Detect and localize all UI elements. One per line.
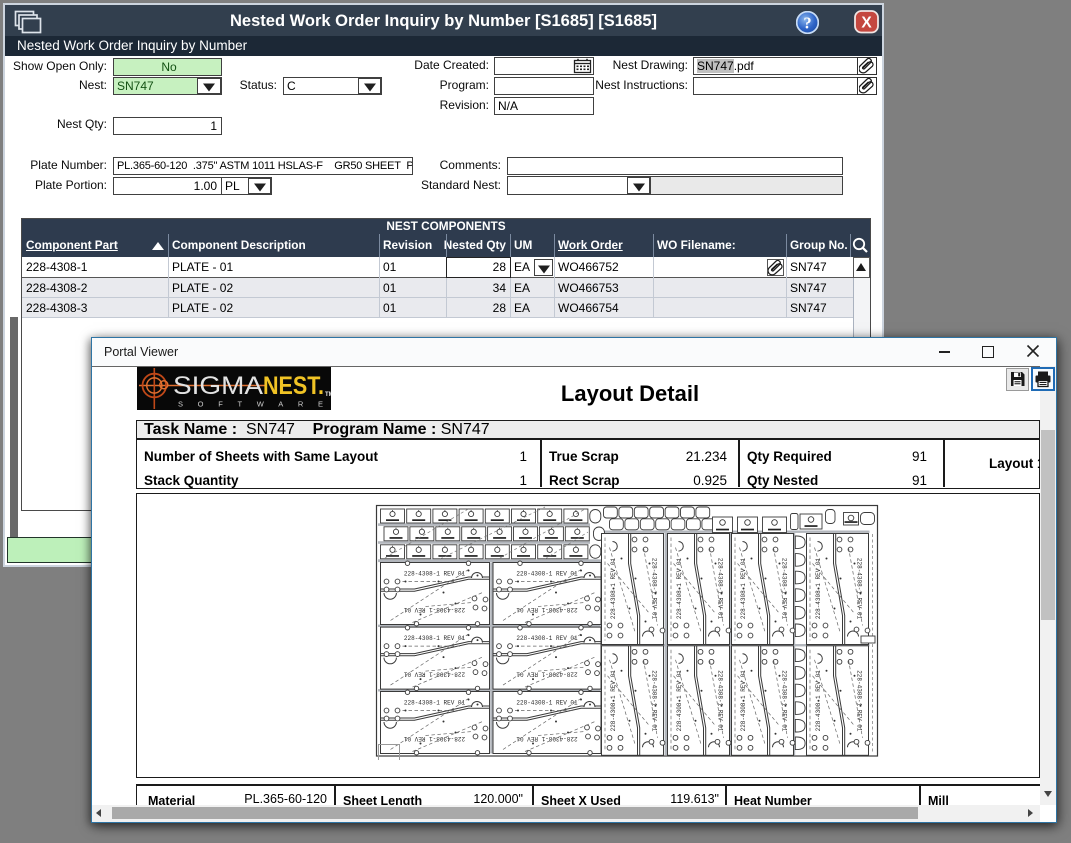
svg-text:?: ? — [803, 14, 811, 33]
svg-text:228-4308-1 REV 01: 228-4308-1 REV 01 — [516, 606, 578, 613]
svg-text:TM: TM — [325, 392, 331, 398]
svg-text:228-4308-1 REV 01: 228-4308-1 REV 01 — [404, 635, 466, 642]
svg-text:228-4308-1 REV 01: 228-4308-1 REV 01 — [404, 700, 466, 707]
svg-text:SOFTWARE: SOFTWARE — [178, 400, 323, 409]
svg-text:228-4308-1 REV 01: 228-4308-1 REV 01 — [717, 558, 724, 620]
svg-text:228-4308-1 REV 01: 228-4308-1 REV 01 — [781, 670, 788, 732]
svg-text:228-4308-1 REV 01: 228-4308-1 REV 01 — [781, 558, 788, 620]
svg-text:NEST.: NEST. — [263, 372, 324, 400]
svg-text:SIGMA: SIGMA — [173, 372, 263, 400]
svg-text:228-4308-1 REV 01: 228-4308-1 REV 01 — [404, 735, 466, 742]
svg-text:228-4308-1 REV 01: 228-4308-1 REV 01 — [717, 670, 724, 732]
svg-text:228-4308-1 REV 01: 228-4308-1 REV 01 — [404, 571, 466, 578]
svg-text:228-4308-1 REV 01: 228-4308-1 REV 01 — [516, 635, 578, 642]
svg-text:228-4308-1 REV 01: 228-4308-1 REV 01 — [516, 700, 578, 707]
svg-text:228-4308-1 REV 01: 228-4308-1 REV 01 — [516, 735, 578, 742]
svg-text:228-4308-1 REV 01: 228-4308-1 REV 01 — [651, 558, 658, 620]
svg-text:228-4308-1 REV 01: 228-4308-1 REV 01 — [516, 671, 578, 678]
svg-text:228-4308-1 REV 01: 228-4308-1 REV 01 — [404, 606, 466, 613]
svg-text:228-4308-1 REV 01: 228-4308-1 REV 01 — [856, 670, 863, 732]
svg-text:228-4308-1 REV 01: 228-4308-1 REV 01 — [404, 671, 466, 678]
svg-text:228-4308-1 REV 01: 228-4308-1 REV 01 — [856, 558, 863, 620]
svg-text:228-4308-1 REV 01: 228-4308-1 REV 01 — [651, 670, 658, 732]
svg-text:228-4308-1 REV 01: 228-4308-1 REV 01 — [516, 571, 578, 578]
svg-text:X: X — [861, 15, 872, 32]
